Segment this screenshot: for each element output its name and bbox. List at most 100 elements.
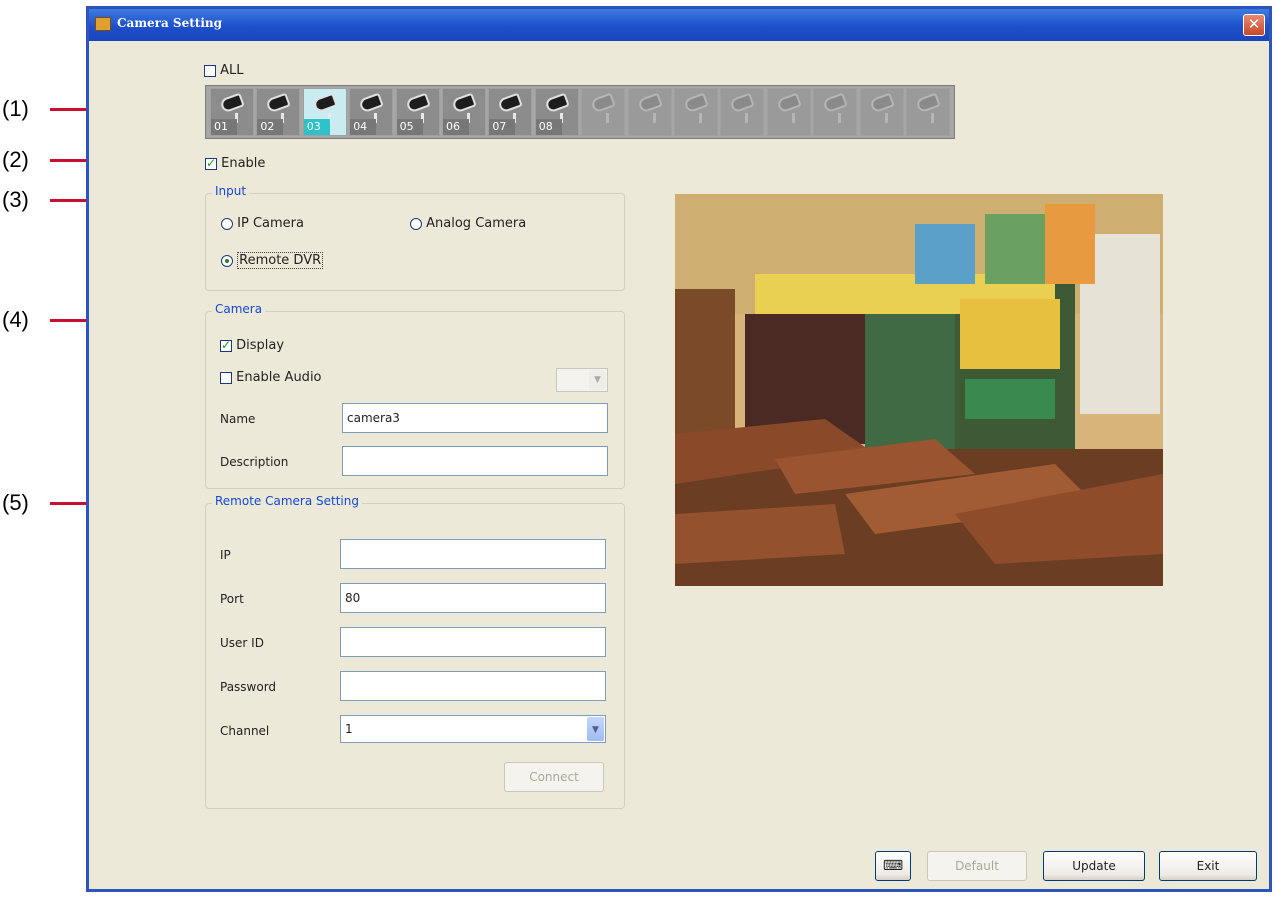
camera-tile — [766, 88, 811, 136]
user-id-input[interactable] — [340, 627, 606, 657]
description-input[interactable] — [342, 446, 608, 476]
callout-3-label: (3) — [2, 187, 29, 212]
camera-icon — [497, 92, 524, 114]
camera-tile[interactable]: 02 — [256, 88, 301, 136]
camera-icon — [358, 92, 384, 114]
camera-icon — [590, 92, 616, 114]
ip-camera-radio-button[interactable] — [221, 217, 233, 230]
enable-audio-checkbox-box[interactable] — [220, 371, 232, 384]
description-label: Description — [220, 455, 289, 469]
enable-audio-checkbox[interactable]: Enable Audio — [220, 370, 322, 385]
title-bar[interactable]: Camera Setting ✕ — [89, 9, 1269, 41]
camera-icon — [868, 92, 895, 114]
camera-tile[interactable]: 05 — [395, 88, 440, 136]
callout-4-label: (4) — [2, 307, 29, 332]
camera-icon — [915, 92, 941, 114]
camera-icon — [636, 92, 663, 114]
password-label: Password — [220, 680, 277, 694]
remote-camera-group: Remote Camera Setting IP Port 80 User ID… — [205, 494, 625, 809]
display-checkbox-label: Display — [236, 338, 285, 353]
remote-camera-group-title: Remote Camera Setting — [212, 494, 362, 508]
camera-icon — [404, 92, 431, 114]
enable-checkbox[interactable]: Enable — [205, 156, 265, 171]
camera-setting-window: Camera Setting ✕ ALL 01 02 03 04 05 06 07 08 En… — [86, 6, 1272, 892]
camera-tile — [906, 88, 950, 136]
camera-tile[interactable]: 01 — [210, 88, 254, 136]
camera-number: 07 — [489, 119, 516, 135]
ip-camera-radio[interactable]: IP Camera — [221, 216, 304, 231]
camera-number: 06 — [443, 119, 469, 135]
camera-stand — [606, 113, 610, 123]
camera-icon — [822, 92, 848, 114]
app-icon — [95, 17, 111, 31]
camera-number: 02 — [257, 119, 284, 135]
display-checkbox[interactable]: Display — [220, 338, 284, 353]
update-button[interactable]: Update — [1043, 851, 1145, 881]
display-checkbox-box[interactable] — [220, 338, 232, 352]
user-id-label: User ID — [220, 636, 264, 650]
camera-icon — [683, 92, 709, 114]
ip-input[interactable] — [340, 539, 606, 569]
port-input[interactable]: 80 — [340, 583, 606, 613]
camera-selector-strip: 01 02 03 04 05 06 07 08 — [205, 85, 955, 139]
port-label: Port — [220, 592, 244, 606]
camera-tile[interactable]: 03 — [302, 88, 347, 136]
camera-stand — [931, 113, 934, 123]
keyboard-button[interactable]: ⌨ — [875, 851, 911, 881]
camera-tile[interactable]: 04 — [349, 88, 394, 136]
camera-tile[interactable]: 06 — [442, 88, 486, 136]
camera-stand — [791, 113, 795, 123]
analog-camera-radio[interactable]: Analog Camera — [410, 216, 526, 231]
callout-5-label: (5) — [2, 490, 29, 515]
camera-icon — [312, 92, 338, 114]
classroom-preview-drawing — [675, 194, 1163, 586]
audio-source-dropdown[interactable]: ▼ — [556, 368, 608, 392]
camera-number: 04 — [350, 119, 377, 135]
exit-button[interactable]: Exit — [1159, 851, 1257, 881]
camera-icon — [729, 92, 756, 114]
camera-stand — [838, 113, 842, 123]
camera-tile — [581, 88, 626, 136]
close-icon[interactable]: ✕ — [1243, 14, 1265, 36]
all-checkbox[interactable]: ALL — [204, 63, 244, 78]
callout-2-label: (2) — [2, 147, 29, 172]
camera-group-title: Camera — [212, 302, 266, 316]
remote-dvr-label: Remote DVR — [237, 252, 324, 269]
analog-camera-radio-button[interactable] — [410, 217, 422, 230]
connect-button[interactable]: Connect — [504, 762, 604, 792]
channel-select[interactable]: 1 ▼ — [340, 715, 606, 743]
camera-tile[interactable]: 08 — [534, 88, 579, 136]
chevron-down-icon[interactable]: ▼ — [587, 717, 604, 741]
default-button[interactable]: Default — [927, 851, 1027, 881]
chevron-down-icon: ▼ — [589, 370, 606, 390]
enable-checkbox-label: Enable — [221, 156, 266, 171]
camera-number: 01 — [211, 119, 237, 135]
camera-number: 08 — [535, 119, 562, 135]
camera-icon — [451, 92, 477, 114]
ip-camera-label: IP Camera — [237, 216, 304, 231]
camera-stand — [699, 113, 702, 123]
channel-label: Channel — [220, 724, 270, 738]
input-group-title: Input — [212, 184, 250, 198]
remote-dvr-radio[interactable]: Remote DVR — [221, 252, 324, 269]
camera-tile — [674, 88, 718, 136]
enable-checkbox-box[interactable] — [205, 156, 217, 170]
camera-preview-image — [675, 194, 1163, 586]
camera-stand — [745, 113, 749, 123]
camera-tile[interactable]: 07 — [488, 88, 533, 136]
camera-number: 05 — [396, 119, 423, 135]
name-input[interactable]: camera3 — [342, 403, 608, 433]
camera-icon — [219, 92, 245, 114]
camera-tile — [627, 88, 672, 136]
name-label: Name — [220, 412, 256, 426]
all-checkbox-label: ALL — [220, 63, 244, 78]
password-input[interactable] — [340, 671, 606, 701]
remote-dvr-radio-button[interactable] — [221, 254, 233, 267]
all-checkbox-box[interactable] — [204, 64, 216, 77]
camera-number: 03 — [303, 119, 330, 135]
camera-tile — [859, 88, 904, 136]
camera-stand — [884, 113, 888, 123]
enable-audio-checkbox-label: Enable Audio — [236, 370, 322, 385]
camera-tile — [720, 88, 765, 136]
callout-1-label: (1) — [2, 96, 29, 121]
